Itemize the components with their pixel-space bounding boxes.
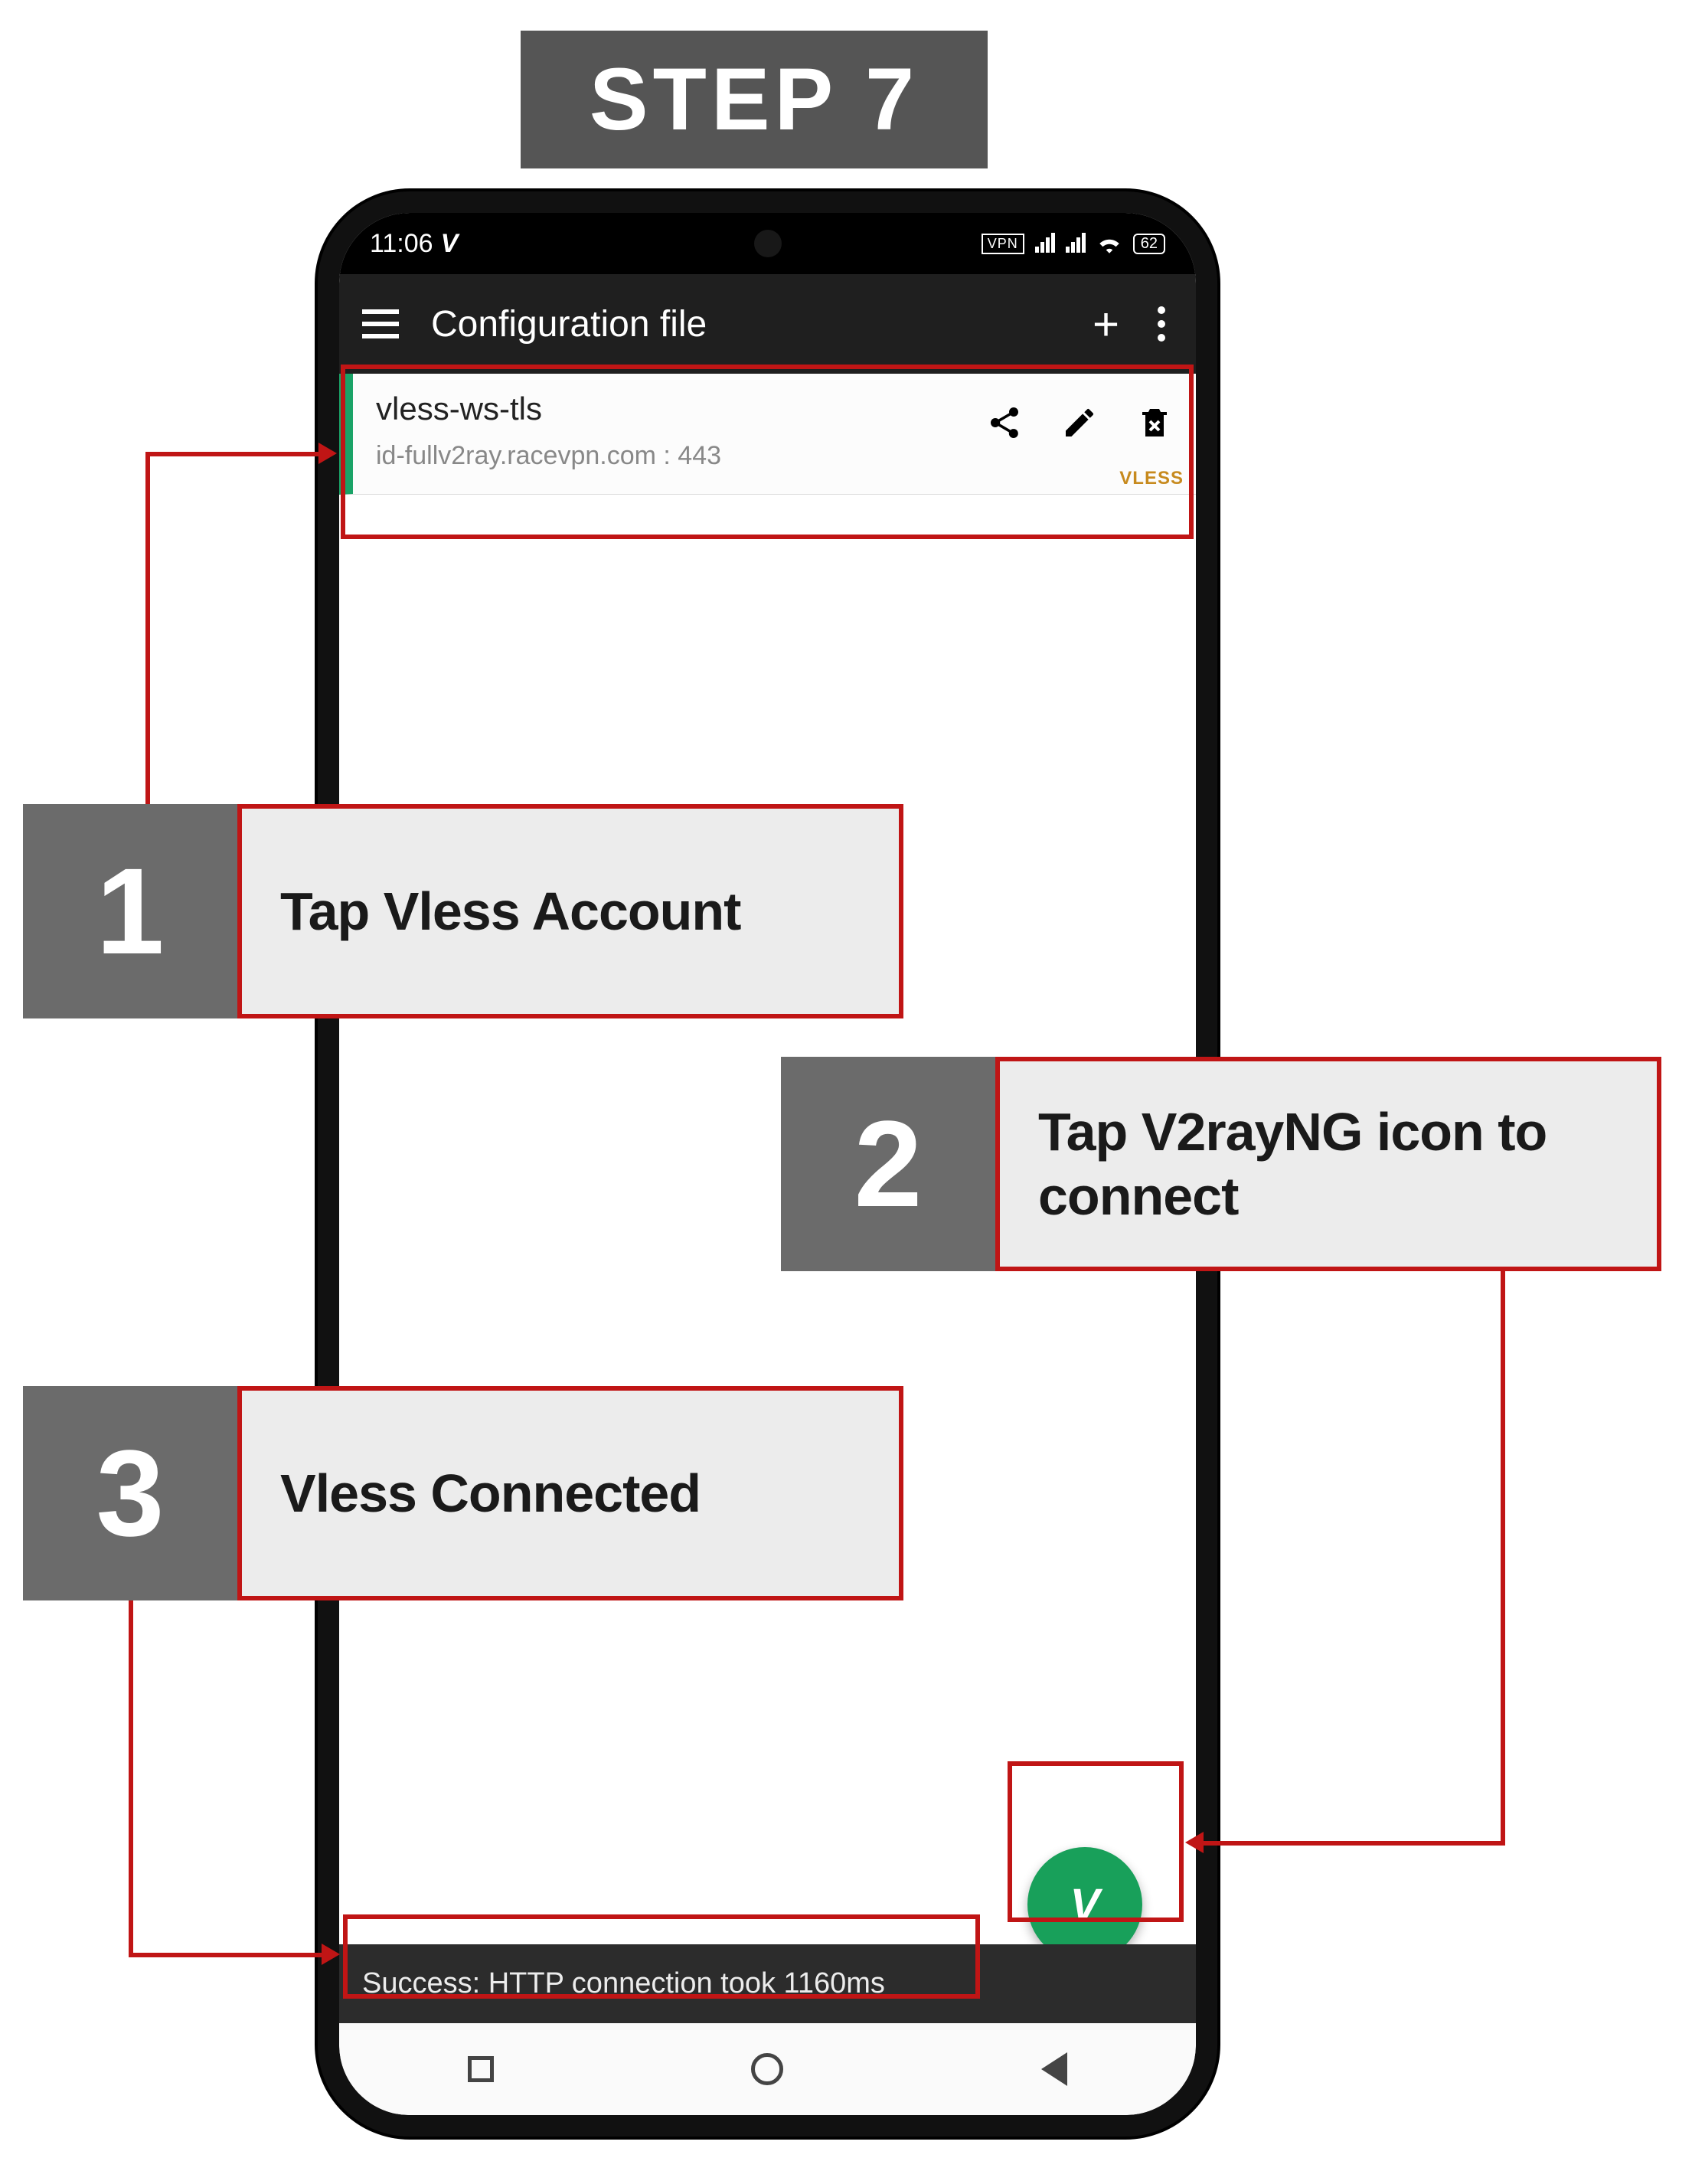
callout-1-text: Tap Vless Account xyxy=(237,804,903,1018)
connector-2-vertical xyxy=(1501,1271,1505,1846)
status-right: VPN 62 xyxy=(982,234,1165,254)
connector-3-vertical xyxy=(129,1600,133,1956)
home-button[interactable] xyxy=(751,2053,783,2085)
config-server: id-fullv2ray.racevpn.com : 443 xyxy=(376,441,1173,471)
delete-icon[interactable] xyxy=(1136,404,1173,441)
add-config-button[interactable]: + xyxy=(1093,298,1119,351)
config-actions xyxy=(986,404,1173,441)
camera-notch xyxy=(754,230,782,257)
toast-message: Success: HTTP connection took 1160ms xyxy=(362,1967,885,1999)
edit-icon[interactable] xyxy=(1061,404,1098,441)
protocol-badge: VLESS xyxy=(1119,468,1184,489)
toolbar-title: Configuration file xyxy=(431,303,1093,345)
battery-indicator: 62 xyxy=(1133,234,1165,254)
wifi-icon xyxy=(1096,234,1122,253)
connector-1-arrow xyxy=(318,443,337,464)
callout-3-number: 3 xyxy=(23,1386,237,1600)
signal-icon-2 xyxy=(1066,234,1086,253)
callout-2-number: 2 xyxy=(781,1057,995,1271)
app-toolbar: Configuration file + xyxy=(339,274,1196,374)
status-left: 11:06 V xyxy=(370,229,458,259)
signal-icon-1 xyxy=(1035,234,1055,253)
status-toast: Success: HTTP connection took 1160ms xyxy=(339,1944,1196,2023)
back-button[interactable] xyxy=(1041,2052,1067,2086)
connector-2-horizontal xyxy=(1202,1841,1505,1846)
status-app-glyph: V xyxy=(441,229,459,259)
vpn-indicator: VPN xyxy=(982,234,1024,254)
status-time: 11:06 xyxy=(370,229,433,259)
step-badge: STEP 7 xyxy=(521,31,988,168)
connector-3-horizontal xyxy=(129,1953,325,1957)
callout-2: 2 Tap V2rayNG icon to connect xyxy=(781,1057,1661,1271)
menu-icon[interactable] xyxy=(362,301,408,347)
connector-1-vertical xyxy=(145,452,150,804)
callout-3-text: Vless Connected xyxy=(237,1386,903,1600)
v2ray-icon: V xyxy=(1070,1879,1100,1931)
callout-2-text: Tap V2rayNG icon to connect xyxy=(995,1057,1661,1271)
recent-apps-button[interactable] xyxy=(468,2056,494,2082)
callout-1-number: 1 xyxy=(23,804,237,1018)
config-card-vless[interactable]: vless-ws-tls id-fullv2ray.racevpn.com : … xyxy=(339,374,1196,495)
android-nav-bar xyxy=(339,2023,1196,2115)
connector-1-horizontal xyxy=(145,452,322,456)
callout-3: 3 Vless Connected xyxy=(23,1386,903,1600)
connector-3-arrow xyxy=(322,1944,340,1965)
callout-1: 1 Tap Vless Account xyxy=(23,804,903,1018)
share-icon[interactable] xyxy=(986,404,1023,441)
more-options-button[interactable] xyxy=(1150,299,1173,349)
connector-2-arrow xyxy=(1185,1832,1204,1853)
